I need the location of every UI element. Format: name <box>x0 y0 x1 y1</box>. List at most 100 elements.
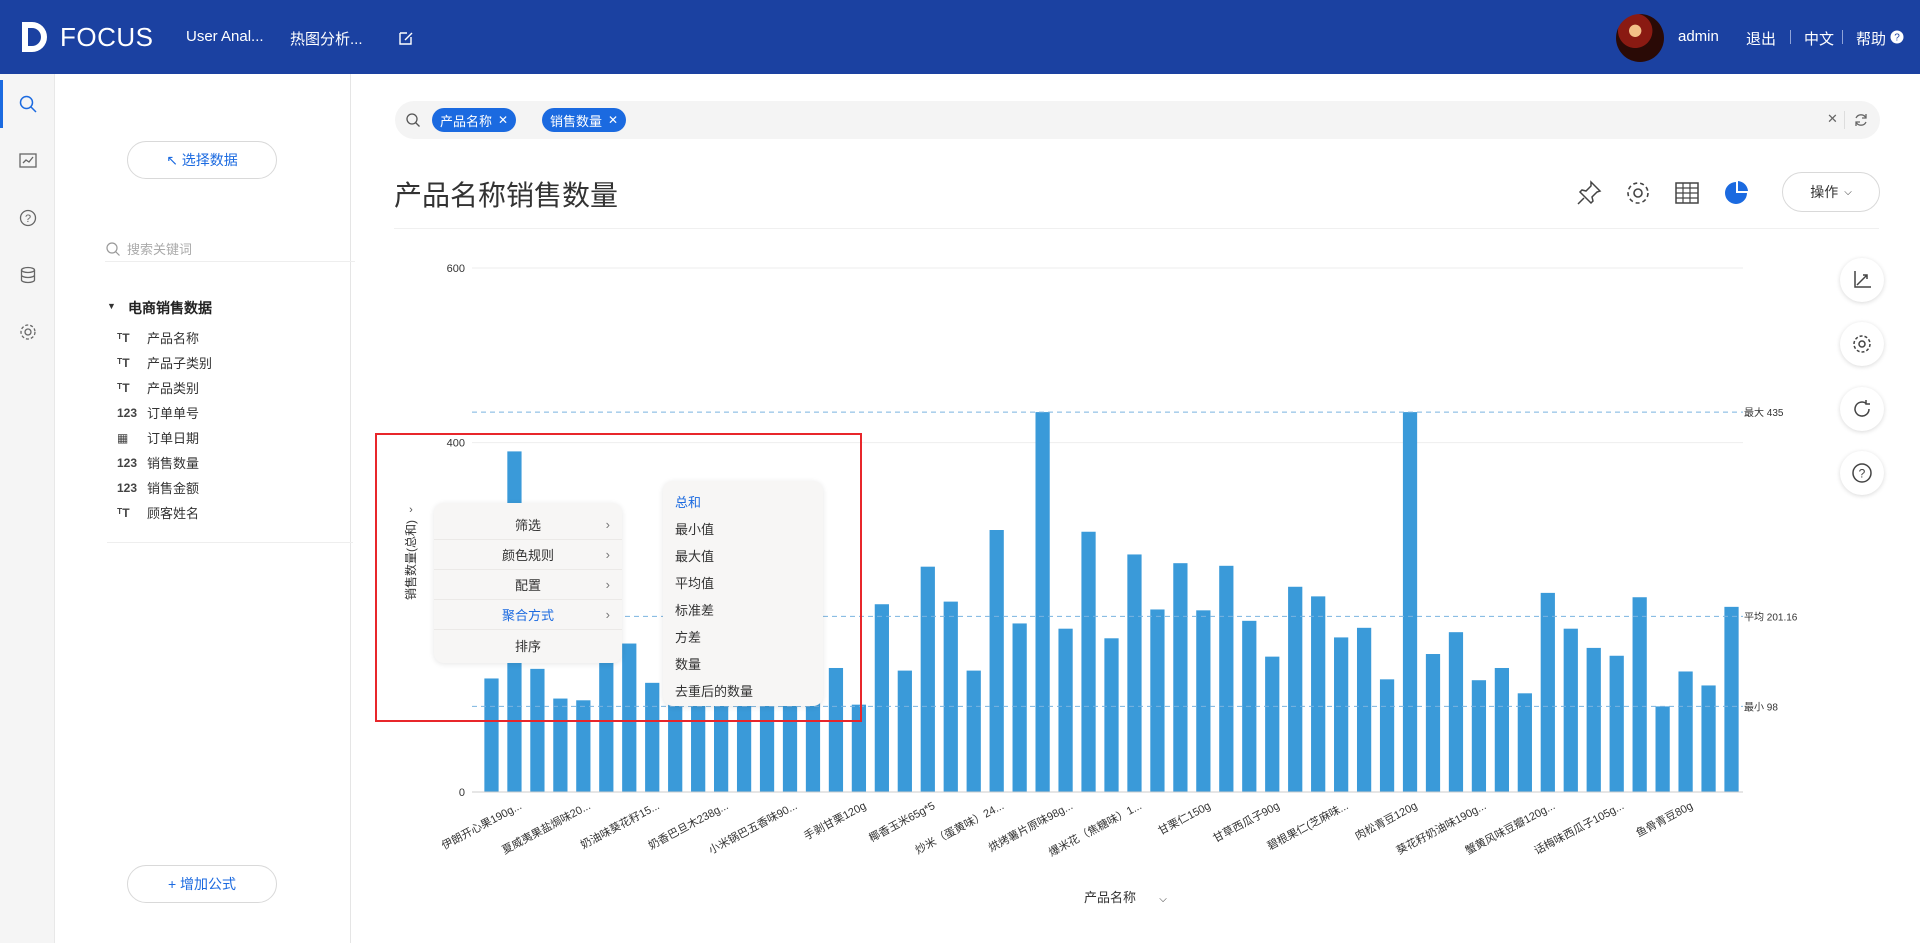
username[interactable]: admin <box>1678 28 1719 45</box>
pin-icon[interactable] <box>1574 178 1604 208</box>
refresh-icon[interactable] <box>1853 112 1869 128</box>
aggregation-option[interactable]: 数量 <box>675 654 701 673</box>
field-label: 订单日期 <box>147 431 200 446</box>
field-item[interactable]: ᵀT 顾客姓名 <box>117 503 199 522</box>
menu-item-label: 筛选 <box>514 518 541 533</box>
active-indicator <box>0 80 3 128</box>
axis-icon <box>1854 271 1871 288</box>
icon-sidebar: ? <box>0 74 55 943</box>
menu-item-label: 配置 <box>514 578 541 593</box>
search-icon[interactable] <box>18 94 38 114</box>
aggregation-submenu: 总和最小值最大值平均值标准差方差数量去重后的数量 <box>663 481 823 706</box>
svg-text:?: ? <box>1859 467 1866 481</box>
number-type-icon: 123 <box>117 405 138 420</box>
aggregation-option[interactable]: 标准差 <box>675 600 714 619</box>
search-tag-sales-qty[interactable]: 销售数量 ✕ <box>542 108 627 132</box>
context-menu: 筛选 › 颜色规则 › 配置 › 聚合方式 › 排序 <box>434 503 622 663</box>
aggregation-option[interactable]: 总和 <box>675 492 701 511</box>
tab-heatmap-analysis[interactable]: 热图分析... <box>290 28 363 49</box>
text-type-icon: ᵀT <box>117 355 130 370</box>
calendar-icon: ▦ <box>117 430 129 445</box>
logo-text: FOCUS <box>60 21 154 52</box>
data-panel: ↖ 选择数据 搜索关键词 ▼ 电商销售数据 ᵀT 产品名称 ᵀT 产品子类别 ᵀT 产品类… <box>55 74 355 943</box>
field-item[interactable]: ᵀT 产品子类别 <box>117 353 212 372</box>
aggregation-option[interactable]: 方差 <box>675 627 701 646</box>
field-item[interactable]: 123 销售数量 <box>117 453 199 472</box>
logout-link[interactable]: 退出 <box>1746 28 1776 49</box>
field-item[interactable]: 123 订单单号 <box>117 403 199 422</box>
edit-icon[interactable] <box>398 30 414 46</box>
chart-settings-button[interactable] <box>1840 322 1884 366</box>
search-tag-product-name[interactable]: 产品名称 ✕ <box>432 108 517 132</box>
field-item[interactable]: 123 销售金额 <box>117 478 199 497</box>
menu-item-label: 聚合方式 <box>501 608 554 623</box>
number-type-icon: 123 <box>117 480 138 495</box>
aggregation-option[interactable]: 最小值 <box>675 519 714 538</box>
menu-item-label: 颜色规则 <box>501 548 554 563</box>
question-icon[interactable]: ? <box>18 208 38 228</box>
search-placeholder: 搜索关键词 <box>127 242 193 257</box>
pie-chart-icon[interactable] <box>1721 178 1751 208</box>
gear-icon <box>1853 335 1871 353</box>
aggregation-option[interactable]: 去重后的数量 <box>675 681 753 700</box>
refresh-icon <box>1854 400 1870 417</box>
search-icon <box>106 241 120 256</box>
search-icon <box>406 113 420 127</box>
database-icon[interactable] <box>18 265 38 285</box>
tag-label: 销售数量 <box>550 113 603 129</box>
field-label: 产品类别 <box>147 381 200 396</box>
aggregation-option[interactable]: 平均值 <box>675 573 714 592</box>
page-title: 产品名称销售数量 <box>394 180 619 211</box>
chevron-right-icon: › <box>605 547 610 562</box>
top-bar: FOCUS User Anal... 热图分析... admin 退出 中文 帮… <box>0 0 1920 74</box>
remove-tag-icon[interactable]: ✕ <box>498 113 508 127</box>
operate-label: 操作 <box>1810 184 1839 200</box>
chevron-right-icon: › <box>605 607 610 622</box>
remove-tag-icon[interactable]: ✕ <box>608 113 618 127</box>
svg-text:?: ? <box>25 213 31 225</box>
logo-mark-icon <box>22 22 47 52</box>
context-menu-item[interactable]: 配置 › <box>434 570 622 600</box>
chevron-right-icon: › <box>605 517 610 532</box>
help-icon[interactable]: ? <box>1890 30 1904 44</box>
context-menu-item[interactable]: 颜色规则 › <box>434 540 622 570</box>
field-item[interactable]: ▦ 订单日期 <box>117 428 199 447</box>
text-type-icon: ᵀT <box>117 330 130 345</box>
keyword-search[interactable]: 搜索关键词 <box>105 236 355 262</box>
chevron-down-icon: ⌵ <box>1844 186 1852 198</box>
divider <box>394 228 1879 229</box>
context-menu-item[interactable]: 聚合方式 › <box>434 600 622 630</box>
select-data-button[interactable]: ↖ 选择数据 <box>127 141 277 179</box>
field-label: 顾客姓名 <box>147 506 200 521</box>
search-bar[interactable]: 产品名称 ✕ 销售数量 ✕ ✕ <box>395 101 1880 139</box>
field-label: 产品子类别 <box>147 356 213 371</box>
table-view-icon[interactable] <box>1672 178 1702 208</box>
clear-search-icon[interactable]: ✕ <box>1827 111 1838 127</box>
menu-item-label: 排序 <box>514 638 541 654</box>
reload-button[interactable] <box>1840 387 1884 431</box>
field-label: 订单单号 <box>147 406 200 421</box>
add-formula-button[interactable]: + 增加公式 <box>127 865 277 903</box>
dashboard-icon[interactable] <box>18 151 38 171</box>
chart-help-button[interactable]: ? <box>1840 451 1884 495</box>
context-menu-item[interactable]: 排序 <box>434 630 622 660</box>
help-link[interactable]: 帮助 <box>1856 28 1886 49</box>
settings-icon[interactable] <box>18 322 38 342</box>
collapse-caret-icon[interactable]: ▼ <box>107 301 116 311</box>
gear-icon[interactable] <box>1623 178 1653 208</box>
field-item[interactable]: ᵀT 产品类别 <box>117 378 199 397</box>
svg-text:?: ? <box>1894 33 1900 44</box>
focus-logo[interactable]: FOCUS <box>18 18 154 56</box>
dataset-title[interactable]: 电商销售数据 <box>128 298 212 318</box>
axis-settings-button[interactable] <box>1840 258 1884 302</box>
aggregation-option[interactable]: 最大值 <box>675 546 714 565</box>
question-icon: ? <box>1852 463 1872 483</box>
tab-user-analysis[interactable]: User Anal... <box>186 28 264 45</box>
field-label: 销售金额 <box>147 481 200 496</box>
context-menu-item[interactable]: 筛选 › <box>434 510 622 540</box>
field-item[interactable]: ᵀT 产品名称 <box>117 328 199 347</box>
operate-button[interactable]: 操作 ⌵ <box>1782 172 1880 212</box>
avatar[interactable] <box>1616 14 1664 62</box>
number-type-icon: 123 <box>117 455 138 470</box>
language-switch[interactable]: 中文 <box>1804 28 1834 49</box>
